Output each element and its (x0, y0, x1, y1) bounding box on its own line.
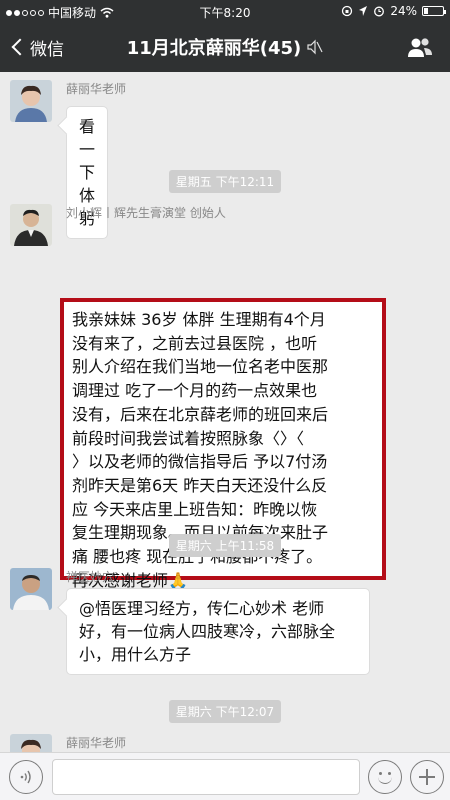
timestamp-text: 星期五 下午12:11 (168, 170, 282, 193)
chat-title: 11月北京薛丽华(45) (126, 38, 302, 59)
sender-name: 薛丽华老师 (66, 736, 127, 750)
location-icon (359, 6, 368, 16)
avatar[interactable] (10, 80, 52, 122)
more-options-button[interactable] (410, 760, 444, 794)
message-line: 应 今天来店里上班告知：昨晚以恢 (72, 499, 318, 519)
message-line: @悟医理习经方，传仁心妙术 老师 (79, 599, 325, 618)
message-bubble[interactable]: @悟医理习经方，传仁心妙术 老师 好，有一位病人四肢寒冷，六部脉全 小，用什么方子 (66, 588, 370, 675)
timestamp-text: 星期六 上午11:58 (168, 534, 282, 557)
message-line: 我亲妹妹 36岁 体胖 生理期有4个月 (72, 310, 326, 329)
voice-icon (20, 770, 31, 784)
sender-name: 禅医妙穴 (66, 570, 115, 584)
message-line: 没有，后来在北京薛老师的班回来后 (72, 404, 329, 424)
rotation-lock-icon (342, 5, 353, 17)
timestamp-label: 星期五 下午12:11 (0, 170, 450, 193)
message-line: 没有来了，之前去过县医院 ，也听 (72, 333, 318, 353)
message-line: 小，用什么方子 (79, 645, 192, 664)
timestamp-label: 星期六 上午11:58 (0, 534, 450, 557)
timestamp-text: 星期六 下午12:07 (168, 700, 282, 723)
message-input[interactable] (52, 759, 360, 795)
input-bar (0, 752, 450, 800)
message-line: 好，有一位病人四肢寒冷，六部脉全 (79, 622, 336, 641)
nav-bar: 微信 11月北京薛丽华(45) (0, 22, 450, 72)
sender-name: 刘小辉丨辉先生膏演堂 创始人 (66, 206, 226, 220)
message-line: 调理过 吃了一个月的药一点效果也 (72, 381, 318, 401)
alarm-icon (374, 6, 385, 17)
emoji-button[interactable] (368, 760, 402, 794)
avatar[interactable] (10, 204, 52, 246)
battery-icon (422, 6, 446, 16)
group-info-button[interactable] (398, 22, 442, 72)
avatar[interactable] (10, 734, 52, 752)
chat-area[interactable]: 薛丽华老师 看一下体躬 星期五 下午12:11 刘小辉丨辉先生膏演堂 创始人 我… (0, 72, 450, 752)
bow-emoji-icon: 🙏 (168, 570, 188, 590)
emoji-eye (379, 772, 382, 775)
message-text: @悟医理习经方，传仁心妙术 老师 好，有一位病人四肢寒冷，六部脉全 小，用什么方子 (79, 597, 357, 666)
battery-percent: 24% (390, 4, 417, 18)
message-line: 前段时间我尝试着按照脉象〈〉〈 (72, 428, 305, 448)
mute-icon (307, 39, 323, 55)
message-line: 别人介绍在我们当地一位名老中医那 (72, 357, 329, 377)
avatar[interactable] (10, 568, 52, 610)
group-info-icon (408, 38, 432, 57)
voice-button[interactable] (9, 760, 43, 794)
emoji-eye (388, 772, 391, 775)
message-line: 剂昨天是第6天 昨天白天还没什么反 (72, 475, 328, 495)
status-bar: 中国移动 下午8:20 24% (0, 0, 450, 22)
emoji-mouth (378, 777, 392, 784)
message-line: 〉以及老师的微信指导后 予以7付汤 (72, 452, 328, 472)
sender-name: 薛丽华老师 (66, 82, 127, 96)
timestamp-label: 星期六 下午12:07 (0, 700, 450, 723)
